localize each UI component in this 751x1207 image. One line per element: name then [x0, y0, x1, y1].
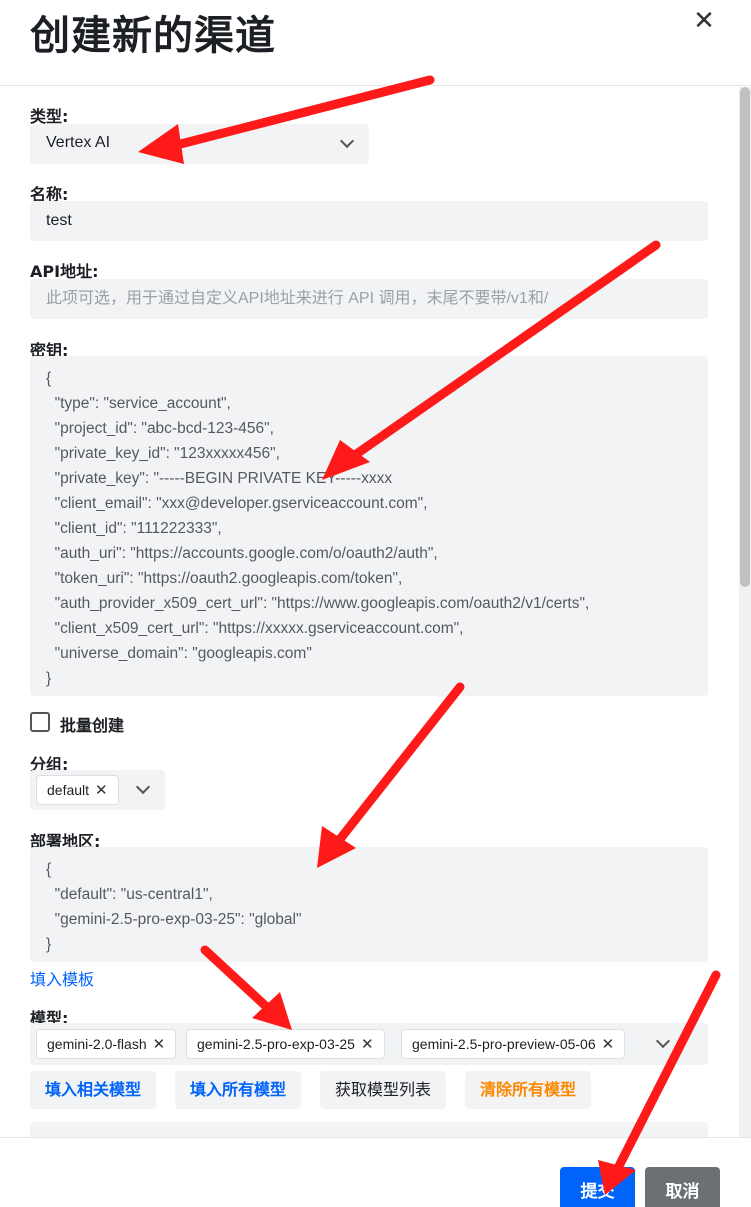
- modal-title: 创建新的渠道: [30, 13, 276, 59]
- fill-all-models-button[interactable]: 填入所有模型: [175, 1071, 302, 1109]
- name-input[interactable]: test: [30, 201, 708, 241]
- close-icon[interactable]: ✕: [361, 1035, 374, 1053]
- cancel-button[interactable]: 取消: [645, 1167, 720, 1207]
- model-tag: gemini-2.0-flash ✕: [36, 1029, 177, 1059]
- close-icon[interactable]: ✕: [153, 1035, 166, 1053]
- close-icon[interactable]: ✕: [691, 8, 717, 34]
- custom-model-input[interactable]: [30, 1122, 708, 1137]
- type-select-value: Vertex AI: [46, 134, 111, 151]
- group-tag: default ✕: [36, 775, 119, 805]
- region-textarea[interactable]: { "default": "us-central1", "gemini-2.5-…: [30, 847, 708, 962]
- modal-header: 创建新的渠道 ✕: [0, 0, 751, 86]
- modal-footer: [0, 1137, 751, 1207]
- chevron-down-icon: [655, 1033, 671, 1049]
- clear-all-models-button[interactable]: 清除所有模型: [465, 1071, 592, 1109]
- fetch-model-list-button[interactable]: 获取模型列表: [320, 1071, 447, 1109]
- batch-create-label: 批量创建: [60, 716, 125, 735]
- model-tag-label: gemini-2.5-pro-preview-05-06: [412, 1036, 596, 1052]
- fill-related-models-button[interactable]: 填入相关模型: [30, 1071, 157, 1109]
- chevron-down-icon: [135, 779, 151, 795]
- batch-create-checkbox[interactable]: [30, 712, 50, 732]
- chevron-down-icon: [339, 133, 355, 149]
- close-icon[interactable]: ✕: [602, 1035, 615, 1053]
- model-tag: gemini-2.5-pro-exp-03-25 ✕: [186, 1029, 385, 1059]
- key-textarea[interactable]: { "type": "service_account", "project_id…: [30, 356, 708, 696]
- api-url-input[interactable]: 此项可选，用于通过自定义API地址来进行 API 调用，末尾不要带/v1和/: [30, 279, 708, 319]
- models-select[interactable]: gemini-2.0-flash ✕ gemini-2.5-pro-exp-03-…: [30, 1023, 708, 1065]
- api-url-placeholder: 此项可选，用于通过自定义API地址来进行 API 调用，末尾不要带/v1和/: [46, 290, 549, 307]
- name-input-value: test: [46, 212, 72, 229]
- fill-template-link[interactable]: 填入模板: [30, 966, 94, 990]
- model-tag-label: gemini-2.5-pro-exp-03-25: [197, 1036, 355, 1052]
- scrollbar-thumb[interactable]: [740, 87, 750, 587]
- type-select[interactable]: Vertex AI: [30, 124, 369, 164]
- scrollbar[interactable]: [739, 87, 751, 1137]
- close-icon[interactable]: ✕: [95, 781, 108, 799]
- model-tag-label: gemini-2.0-flash: [47, 1036, 147, 1052]
- group-tag-label: default: [47, 782, 90, 798]
- submit-button[interactable]: 提交: [560, 1167, 635, 1207]
- group-select[interactable]: default ✕: [30, 770, 165, 810]
- model-tag: gemini-2.5-pro-preview-05-06 ✕: [401, 1029, 626, 1059]
